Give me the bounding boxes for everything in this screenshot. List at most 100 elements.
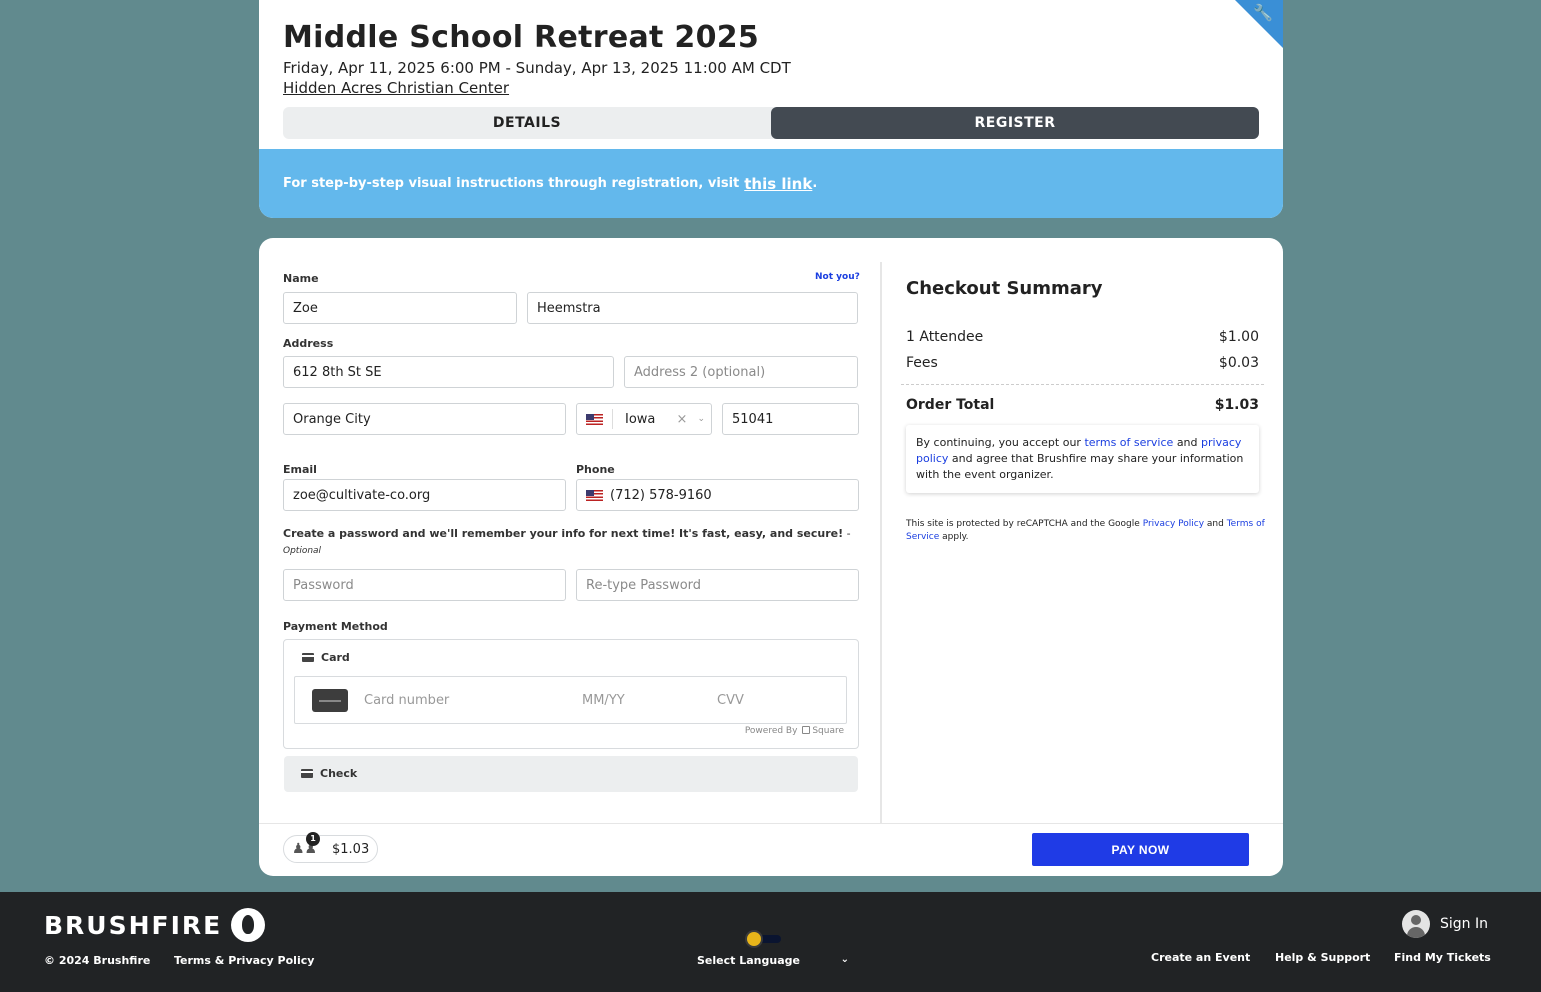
city-input[interactable]: Orange City	[283, 403, 566, 435]
check-option-title: Check	[301, 767, 357, 780]
summary-line-label: Fees	[906, 355, 938, 371]
credit-card-icon	[302, 653, 314, 662]
site-footer: BRUSHFIRE © 2024 Brushfire Terms & Priva…	[0, 892, 1541, 992]
password-dash: -	[843, 527, 851, 540]
name-label: Name	[283, 272, 319, 285]
wrench-icon[interactable]: 🔧	[1253, 5, 1273, 21]
sign-in-label: Sign In	[1440, 916, 1488, 932]
column-divider	[880, 262, 882, 824]
card-payment-option[interactable]: Card Card number MM/YY CVV Powered By Sq…	[283, 639, 859, 749]
card-brand-icon	[312, 688, 348, 712]
toggle-track	[759, 935, 781, 943]
terms-pre: By continuing, you accept our	[916, 436, 1081, 449]
event-title: Middle School Retreat 2025	[283, 20, 760, 55]
terms-of-service-link[interactable]: terms of service	[1084, 436, 1173, 449]
instructions-banner: For step-by-step visual instructions thr…	[259, 149, 1283, 218]
order-total-label: Order Total	[906, 397, 995, 413]
terms-notice: By continuing, you accept our terms of s…	[906, 425, 1259, 493]
brushfire-logo[interactable]: BRUSHFIRE	[44, 908, 266, 942]
flame-icon	[231, 908, 266, 942]
language-select[interactable]: Select Language ⌄	[697, 954, 849, 967]
last-name-input[interactable]: Heemstra	[527, 292, 858, 324]
password-prompt-text: Create a password and we'll remember you…	[283, 527, 844, 540]
find-tickets-link[interactable]: Find My Tickets	[1394, 951, 1491, 964]
event-tabs: DETAILS REGISTER	[283, 107, 1259, 139]
tab-details[interactable]: DETAILS	[283, 107, 771, 139]
terms-and: and	[1176, 436, 1198, 449]
theme-toggle[interactable]	[747, 932, 781, 946]
password-prompt: Create a password and we'll remember you…	[283, 527, 851, 540]
google-privacy-link[interactable]: Privacy Policy	[1143, 519, 1204, 529]
event-header: 🔧 Middle School Retreat 2025 Friday, Apr…	[259, 0, 1283, 218]
pay-now-button[interactable]: PAY NOW	[1032, 833, 1249, 866]
copyright: © 2024 Brushfire	[44, 954, 151, 967]
cvv-input[interactable]: CVV	[717, 693, 744, 708]
cart-amount: $1.03	[332, 841, 370, 857]
sun-icon	[747, 932, 761, 946]
phone-input[interactable]: (712) 578-9160	[576, 479, 859, 511]
tab-register[interactable]: REGISTER	[771, 107, 1259, 139]
email-input[interactable]: zoe@cultivate-co.org	[283, 479, 566, 511]
phone-label: Phone	[576, 463, 615, 476]
recaptcha-pre: This site is protected by reCAPTCHA and …	[906, 519, 1140, 529]
us-flag-icon	[586, 413, 603, 425]
zip-input[interactable]: 51041	[722, 403, 859, 435]
email-label: Email	[283, 463, 317, 476]
square-logo-icon	[802, 726, 811, 734]
summary-line: 1 Attendee $1.00	[906, 329, 1259, 345]
retype-password-input[interactable]: Re-type Password	[576, 569, 859, 601]
card-entry-field[interactable]: Card number MM/YY CVV	[294, 676, 847, 724]
order-total-amount: $1.03	[1214, 397, 1259, 413]
terms-post: and agree that Brushfire may share your …	[916, 452, 1244, 481]
recaptcha-and: and	[1206, 519, 1224, 529]
recaptcha-notice: This site is protected by reCAPTCHA and …	[906, 518, 1266, 544]
check-icon	[301, 769, 313, 778]
first-name-input[interactable]: Zoe	[283, 292, 517, 324]
banner-link[interactable]: this link	[744, 175, 812, 193]
cart-summary-pill[interactable]: ♟♟ 1 $1.03	[283, 832, 378, 863]
create-event-link[interactable]: Create an Event	[1151, 951, 1250, 964]
check-label: Check	[320, 767, 358, 780]
attendees-icon: ♟♟ 1	[292, 832, 320, 856]
card-number-input[interactable]: Card number	[364, 693, 582, 708]
expiry-input[interactable]: MM/YY	[582, 693, 717, 708]
clear-icon[interactable]: ×	[677, 412, 688, 427]
banner-suffix: .	[812, 176, 818, 191]
attendee-count-badge: 1	[306, 832, 320, 846]
chevron-down-icon: ⌄	[840, 954, 849, 965]
registration-card: Name Not you? Zoe Heemstra Address 612 8…	[259, 238, 1283, 876]
help-support-link[interactable]: Help & Support	[1275, 951, 1370, 964]
password-input[interactable]: Password	[283, 569, 566, 601]
summary-line-amount: $0.03	[1218, 355, 1259, 371]
powered-by-text: Powered By	[744, 726, 798, 736]
card-option-title: Card	[302, 651, 350, 664]
address-label: Address	[283, 337, 334, 350]
us-flag-icon	[586, 489, 603, 501]
recaptcha-post: apply.	[942, 532, 969, 542]
chevron-down-icon[interactable]: ⌄	[697, 414, 705, 424]
summary-line-amount: $1.00	[1218, 329, 1259, 345]
phone-value: (712) 578-9160	[610, 487, 712, 503]
password-optional: Optional	[283, 546, 322, 556]
state-select[interactable]: Iowa × ⌄	[576, 403, 712, 435]
banner-text: For step-by-step visual instructions thr…	[283, 176, 740, 191]
address1-input[interactable]: 612 8th St SE	[283, 356, 614, 388]
summary-line: Fees $0.03	[906, 355, 1259, 371]
event-venue-link[interactable]: Hidden Acres Christian Center	[283, 79, 509, 97]
sign-in-link[interactable]: Sign In	[1402, 910, 1488, 938]
terms-privacy-link[interactable]: Terms & Privacy Policy	[174, 954, 314, 967]
not-you-link[interactable]: Not you?	[815, 272, 860, 282]
payment-method-label: Payment Method	[283, 620, 388, 633]
summary-line-label: 1 Attendee	[906, 329, 984, 345]
checkout-summary-title: Checkout Summary	[906, 278, 1103, 299]
check-payment-option[interactable]: Check	[284, 756, 858, 792]
order-total: Order Total $1.03	[906, 397, 1259, 413]
logo-text: BRUSHFIRE	[44, 910, 223, 940]
address2-input[interactable]: Address 2 (optional)	[624, 356, 858, 388]
flag-separator	[612, 409, 613, 429]
event-dates: Friday, Apr 11, 2025 6:00 PM - Sunday, A…	[283, 59, 791, 77]
state-value: Iowa	[625, 411, 656, 427]
language-label: Select Language	[697, 954, 800, 967]
powered-by-square: Powered By Square	[745, 726, 844, 736]
square-text: Square	[812, 726, 844, 736]
